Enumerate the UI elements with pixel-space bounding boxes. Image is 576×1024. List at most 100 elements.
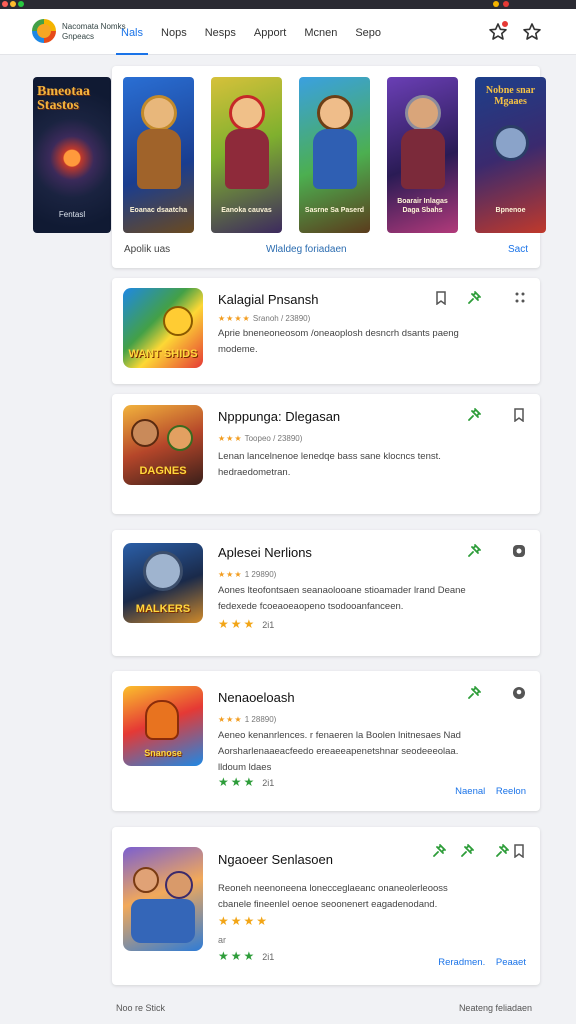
app-4-thumbnail[interactable]: Snanose: [123, 686, 203, 766]
tab-apport[interactable]: Apport: [249, 9, 291, 55]
app-3-robot: [143, 551, 183, 591]
notification-badge: [501, 20, 509, 28]
poster-1-body: [136, 129, 181, 189]
featured-poster[interactable]: Bmeotaa Stastos Fentasl: [33, 77, 111, 233]
hero-footer-link[interactable]: Sact: [508, 244, 528, 255]
poster-4-character: [404, 95, 441, 131]
app-1-title[interactable]: Kalagial Pnsansh: [218, 292, 318, 307]
app-5-title[interactable]: Ngaoeer Senlasoen: [218, 852, 333, 867]
window-top-strip: [0, 0, 576, 9]
app-1-thumbnail[interactable]: WANT SHIDS: [123, 288, 203, 368]
star-outline-icon[interactable]: [522, 22, 542, 42]
app-5-stars: ★★★★: [218, 914, 269, 928]
app-3-rating: ★★★ 2i1: [218, 617, 274, 631]
app-5-thumbnail[interactable]: [123, 847, 203, 951]
app-card-2[interactable]: DAGNES Npppunga: Dlegasan ★★★ Toopeo / 2…: [112, 394, 540, 514]
app-2-thumbnail[interactable]: DAGNES: [123, 405, 203, 485]
bookmark-icon[interactable]: [434, 291, 448, 306]
app-5-rating-stars: ★★★: [218, 949, 257, 963]
featured-title: Bmeotaa Stastos: [37, 84, 90, 113]
app-2-character-1: [131, 419, 159, 447]
tab-nesps[interactable]: Nesps: [200, 9, 241, 55]
app-1-meta-text: Sranoh / 23890): [252, 314, 311, 323]
app-4-link-2[interactable]: Reelon: [496, 786, 526, 797]
tab-mcnen[interactable]: Mcnen: [299, 9, 342, 55]
app-2-meta-stars: ★★★: [218, 434, 243, 443]
app-2-title[interactable]: Npppunga: Dlegasan: [218, 409, 340, 424]
app-4-rating: ★★★ 2i1: [218, 775, 274, 789]
app-5-link-1[interactable]: Reradmen.: [438, 957, 485, 968]
bookmark-icon[interactable]: [512, 844, 526, 859]
pin-icon[interactable]: [467, 408, 481, 422]
footer-right-link[interactable]: Neateng feliadaen: [459, 1003, 532, 1013]
settings-icon[interactable]: [512, 544, 526, 558]
app-5-character-1: [133, 867, 159, 893]
hero-footer: Apolik uas Wlaldeg foriadaen Sact: [124, 244, 528, 258]
more-icon[interactable]: [513, 291, 527, 305]
poster-4-body: [400, 129, 445, 189]
app-2-meta: ★★★ Toopeo / 23890): [218, 434, 302, 443]
app-1-meta: ★★★★ Sranoh / 23890): [218, 314, 310, 323]
poster-carousel: Eoanac dsaatcha Eanoka cauvas Sasrne Sa …: [123, 77, 546, 233]
poster-2-body: [224, 129, 269, 189]
maximize-dot[interactable]: [18, 1, 24, 7]
poster-2[interactable]: Eanoka cauvas: [211, 77, 282, 233]
hero-carousel-card: Eoanac dsaatcha Eanoka cauvas Sasrne Sa …: [112, 66, 546, 268]
tab-nals[interactable]: Nals: [116, 9, 149, 55]
app-card-1[interactable]: WANT SHIDS Kalagial Pnsansh ★★★★ Sranoh …: [112, 278, 540, 384]
app-3-meta-text: 1 29890): [244, 570, 277, 579]
star-notification-icon[interactable]: [488, 20, 509, 42]
poster-1-caption: Eoanac dsaatcha: [129, 207, 188, 214]
app-3-thumb-caption: MALKERS: [135, 603, 191, 615]
app-5-figures: [131, 899, 195, 943]
app-4-link-1[interactable]: Naenal: [455, 786, 485, 797]
app-5-description: Reoneh neenoneena lonecceglaeanc onaneol…: [218, 883, 448, 910]
footer-left-link[interactable]: Noo re Stick: [116, 1003, 165, 1013]
top-nav: Nals Nops Nesps Apport Mcnen Sepo: [116, 9, 394, 55]
app-3-rating-count: 2i1: [262, 620, 275, 630]
pin-icon[interactable]: [460, 844, 474, 858]
poster-1[interactable]: Eoanac dsaatcha: [123, 77, 194, 233]
app-4-thumb-caption: Snanose: [144, 748, 182, 758]
featured-caption: Fentasl: [58, 210, 86, 219]
app-card-4[interactable]: Snanose Nenaoeloash ★★★ 1 28890) Aeneo k…: [112, 671, 540, 811]
close-dot[interactable]: [2, 1, 8, 7]
app-5-link-2[interactable]: Peaaet: [496, 957, 526, 968]
app-5-rating: ★★★ 2i1: [218, 949, 274, 963]
poster-5[interactable]: Nobne snar Mgaaes Bpnenoe: [475, 77, 546, 233]
app-3-meta: ★★★ 1 29890): [218, 570, 276, 579]
app-4-title[interactable]: Nenaoeloash: [218, 690, 295, 705]
app-logo[interactable]: [32, 19, 56, 43]
hero-footer-left[interactable]: Apolik uas: [124, 244, 170, 255]
tab-nops[interactable]: Nops: [156, 9, 192, 55]
poster-5-character: [492, 125, 529, 161]
app-4-meta: ★★★ 1 28890): [218, 715, 276, 724]
app-4-description: Aeneo kenanrlences. r fenaeren la Boolen…: [218, 730, 461, 773]
app-5-yellow-stars: ★★★★: [218, 914, 270, 928]
app-2-character-2: [167, 425, 193, 451]
status-dot-yellow: [493, 1, 499, 7]
pin-icon[interactable]: [432, 844, 446, 858]
app-1-thumb-caption: WANT SHIDS: [128, 348, 198, 360]
location-icon[interactable]: [512, 686, 526, 700]
poster-3[interactable]: Sasrne Sa Paserd: [299, 77, 370, 233]
poster-2-character: [228, 95, 265, 131]
app-5-rating-count: 2i1: [262, 952, 275, 962]
app-card-5[interactable]: Ngaoeer Senlasoen Reoneh neenoneena lone…: [112, 827, 540, 985]
pin-icon[interactable]: [467, 544, 481, 558]
app-3-thumbnail[interactable]: MALKERS: [123, 543, 203, 623]
pin-icon[interactable]: [495, 844, 509, 858]
app-4-rating-stars: ★★★: [218, 775, 257, 789]
app-4-meta-text: 1 28890): [244, 715, 277, 724]
bookmark-icon[interactable]: [512, 408, 526, 423]
hero-footer-mid[interactable]: Wlaldeg foriadaen: [266, 244, 347, 255]
minimize-dot[interactable]: [10, 1, 16, 7]
poster-3-body: [312, 129, 357, 189]
poster-4[interactable]: Boarair Inlagas Daga Sbahs: [387, 77, 458, 233]
pin-icon[interactable]: [467, 686, 481, 700]
pin-icon[interactable]: [467, 291, 481, 305]
app-3-title[interactable]: Aplesei Nerlions: [218, 545, 312, 560]
tab-sepo[interactable]: Sepo: [350, 9, 386, 55]
app-1-mascot: [163, 306, 193, 336]
app-card-3[interactable]: MALKERS Aplesei Nerlions ★★★ 1 29890) Ao…: [112, 530, 540, 656]
